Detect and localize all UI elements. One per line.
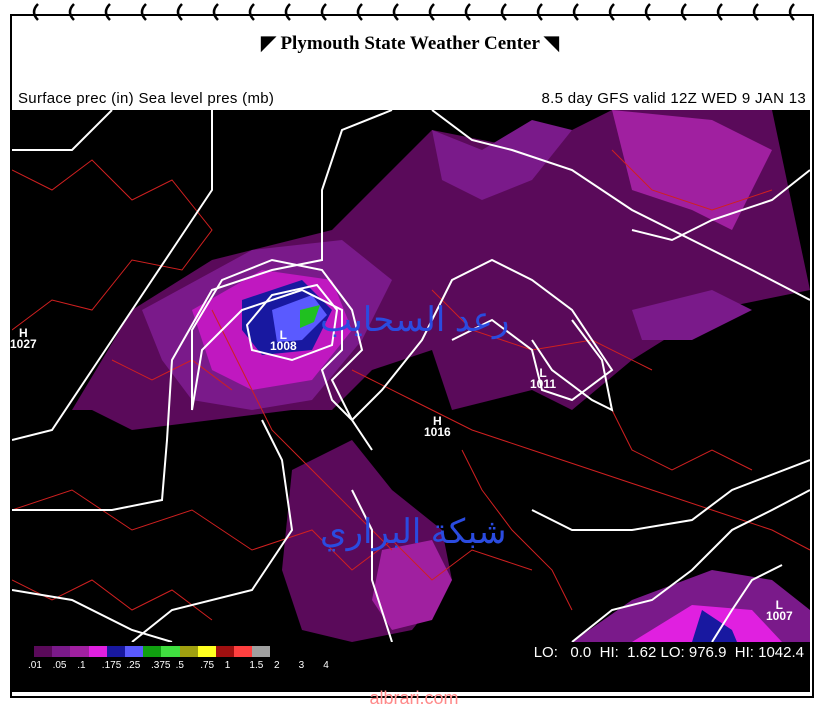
legend-swatch [34,646,53,657]
logo-left-icon: ◤ [261,33,281,54]
legend-label: 2 [274,660,280,671]
legend-swatch [106,646,125,657]
pressure-mark-1007: L 1007 [766,598,793,623]
legend-label: 4 [323,660,329,671]
legend-label: .25 [126,660,141,671]
legend-label: 1 [224,660,231,671]
legend-swatch [124,646,144,657]
legend-swatch [161,646,180,657]
legend-label: .75 [200,660,215,671]
legend-label: .01 [28,660,42,671]
legend-label: .1 [77,660,86,671]
site-footer: albrari.com [369,688,459,708]
precip-map [12,110,810,642]
pressure-mark-1011: L 1011 [530,366,557,391]
legend-label: .5 [175,660,184,671]
legend-swatches [34,646,271,657]
pressure-mark-1008: L 1008 [270,328,297,353]
legend-label: .05 [52,660,67,671]
legend-swatch [234,646,253,657]
legend-bar: .01 .05 .1 .175 .25 .375 .5 .75 1 1.5 2 3 4 LO: 0.0 … [12,642,810,692]
legend-swatch [252,646,271,657]
legend-swatch [88,646,107,657]
legend-swatch [215,646,235,657]
product-label: Surface prec (in) Sea level pres (mb) [18,90,275,107]
legend-swatch [143,646,162,657]
legend-swatch [70,646,89,657]
pressure-mark-1027: H 1027 [10,326,37,351]
legend-label: .375 [151,660,171,671]
legend-label: 3 [298,660,305,671]
legend-label: 1.5 [249,660,264,671]
pressure-mark-1016: H 1016 [424,414,451,439]
legend-swatch [179,646,198,657]
legend-label: .175 [101,660,122,671]
legend-swatch [197,646,216,657]
logo-right-icon: ◥ [539,33,559,54]
spiral-binding [32,3,795,21]
header-title: ◤ Plymouth State Weather Center ◥ [261,33,559,54]
legend-swatch [52,646,71,657]
watermark-2: شبكة البراري [320,513,507,551]
stats-readout: LO: 0.0 HI: 1.62 LO: 976.9 HI: 1042.4 [533,644,804,661]
watermark-1: رعد السحايب [320,301,510,339]
valid-time-label: 8.5 day GFS valid 12Z WED 9 JAN 13 [541,90,806,107]
